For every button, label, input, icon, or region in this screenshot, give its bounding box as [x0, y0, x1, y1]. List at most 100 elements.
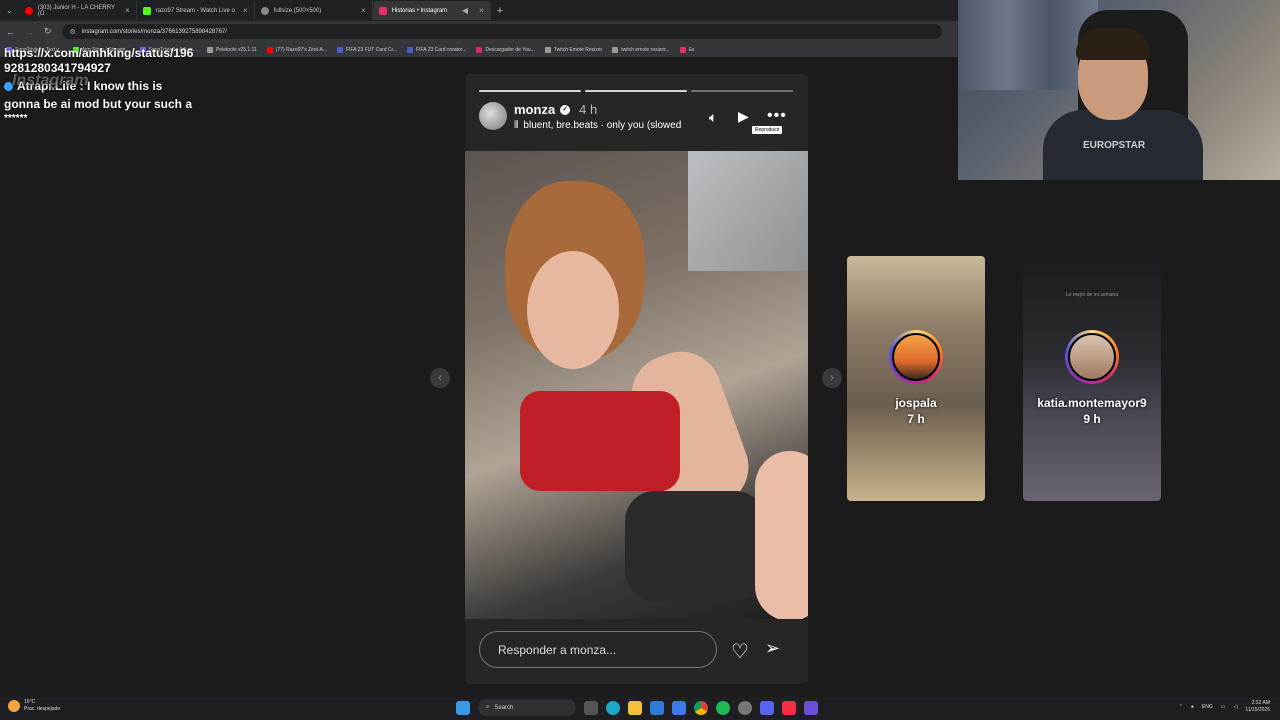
new-tab-button[interactable]: + — [497, 5, 503, 17]
story-time: 4 h — [579, 102, 598, 117]
volume-icon[interactable]: 🔈︎ — [709, 109, 717, 126]
bookmark-icon — [407, 46, 414, 53]
discord-icon[interactable] — [760, 700, 774, 715]
webcam-shirt: EUROPSTAR — [1043, 110, 1203, 180]
windows-taskbar: 16°C Prac. despejado ⌕ Search ⌃ ● ENG ▭ … — [0, 697, 1280, 720]
close-icon[interactable]: × — [361, 6, 366, 15]
bookmark-icon — [266, 46, 273, 53]
settings-icon[interactable] — [738, 700, 752, 715]
tab-instagram[interactable]: Historias • Instagram ◀ × — [372, 1, 491, 20]
bookmark-label: Twitch Emote Resizer — [553, 46, 603, 53]
tab-youtube[interactable]: (303) Junior H - LA CHERRY (Ó × — [19, 1, 137, 20]
back-icon[interactable]: ← — [6, 27, 15, 37]
tab-label: razo97 Stream - Watch Live o — [155, 7, 235, 14]
image-top — [520, 391, 680, 491]
bookmark-icon — [476, 46, 483, 53]
like-heart-icon[interactable]: ♡ — [731, 639, 749, 664]
story-username[interactable]: monza — [514, 102, 555, 117]
story-header: monza ✓ 4 h — [514, 102, 597, 117]
instagram-watermark: Instagram — [12, 72, 89, 89]
chrome-icon[interactable] — [694, 700, 708, 715]
language-indicator[interactable]: ENG — [1202, 704, 1213, 710]
close-icon[interactable]: × — [479, 6, 484, 15]
story-preview-katia[interactable]: Lo mejor de mi semana katia.montemayor9 … — [1023, 256, 1161, 501]
bookmark-label: Descargador de You... — [485, 46, 535, 53]
mute-tab-icon[interactable]: ◀ — [462, 6, 468, 15]
image-shorts — [625, 491, 765, 601]
tab-fullsize[interactable]: fullsize (500×500) × — [255, 1, 373, 20]
task-view-icon[interactable] — [584, 700, 598, 715]
bookmark-item[interactable]: (77) Razo97's Zest-A... — [266, 46, 327, 53]
preview-username: jospala — [895, 396, 937, 410]
taskbar-apps: ⌕ Search — [456, 699, 818, 716]
image-face — [527, 251, 619, 369]
close-icon[interactable]: × — [243, 6, 248, 15]
site-info-icon[interactable]: ⚙ — [70, 28, 76, 36]
next-story-button[interactable]: › — [822, 368, 842, 388]
chevron-up-icon[interactable]: ⌃ — [1179, 704, 1183, 710]
preview-caption: Lo mejor de mi semana — [1065, 292, 1119, 298]
chat-line: gonna be ai mod but your such a — [4, 97, 193, 111]
file-explorer-icon[interactable] — [628, 700, 642, 715]
edge-icon[interactable] — [606, 700, 620, 715]
reply-input[interactable]: Responder a monza... — [479, 631, 717, 668]
taskbar-search[interactable]: ⌕ Search — [478, 699, 576, 716]
reload-icon[interactable]: ↻ — [44, 26, 52, 37]
story-image — [465, 151, 808, 619]
weather-widget[interactable]: 16°C Prac. despejado — [8, 699, 60, 713]
bookmark-item[interactable]: Twitch Emote Resizer — [544, 46, 603, 53]
bookmark-item[interactable]: FIFA 23 Card creator... — [407, 46, 467, 53]
music-bars-icon: ⦀ — [514, 120, 519, 131]
tab-list-icon[interactable]: ⌄ — [6, 6, 13, 15]
send-icon[interactable]: ➢ — [765, 638, 780, 659]
bookmark-item[interactable]: FIFA 23 FUT Card Cr... — [337, 46, 397, 53]
bookmark-icon — [544, 46, 551, 53]
clock[interactable]: 2:32 AM 11/15/2025 — [1245, 700, 1270, 714]
progress-segment — [585, 90, 687, 92]
music-icon[interactable] — [782, 700, 796, 715]
progress-segment — [691, 90, 793, 92]
verified-badge-icon: ✓ — [560, 104, 571, 115]
tab-kick[interactable]: razo97 Stream - Watch Live o × — [137, 1, 255, 20]
windows-start-icon[interactable] — [456, 700, 470, 715]
play-icon[interactable]: ▶ — [738, 108, 749, 125]
browser-tab-bar: ⌄ (303) Junior H - LA CHERRY (Ó × razo97… — [0, 0, 958, 21]
forward-icon[interactable]: → — [25, 27, 34, 37]
bookmark-item[interactable]: twitch emote resizer... — [612, 46, 670, 53]
previous-story-button[interactable]: ‹ — [430, 368, 450, 388]
url-input[interactable]: ⚙ instagram.com/stories/monza/3766139275… — [61, 24, 942, 39]
webcam-hair — [1076, 28, 1150, 60]
preview-time: 7 h — [907, 412, 925, 426]
chat-line: ****** — [4, 113, 28, 124]
story-music[interactable]: ⦀ bluent, bre.beats · only you (slowed — [514, 120, 681, 131]
spotify-icon[interactable] — [716, 700, 730, 715]
store-icon[interactable] — [672, 700, 686, 715]
image-leg — [755, 451, 808, 619]
preview-username: katia.montemayor9 — [1037, 396, 1147, 410]
bookmark-item[interactable]: Ex — [679, 46, 695, 53]
car-window — [688, 151, 808, 271]
story-progress-bar — [479, 90, 793, 92]
avatar[interactable] — [479, 102, 507, 130]
bookmark-label: Ex — [688, 46, 695, 53]
bookmark-icon — [337, 46, 343, 53]
photos-icon[interactable] — [650, 700, 664, 715]
clock-date: 11/15/2025 — [1245, 707, 1270, 713]
app-icon[interactable] — [804, 700, 818, 715]
avatar — [889, 330, 943, 384]
close-icon[interactable]: × — [125, 6, 130, 15]
search-label: Search — [494, 704, 514, 711]
clock-time: 2:32 AM — [1251, 700, 1270, 706]
story-preview-jospala[interactable]: jospala 7 h — [847, 256, 985, 501]
progress-segment — [479, 90, 581, 92]
microphone-icon[interactable]: ● — [1191, 704, 1194, 710]
more-options-icon[interactable]: ••• — [767, 107, 787, 125]
volume-icon[interactable]: ◁ — [1233, 704, 1237, 710]
bookmark-item[interactable]: Descargador de You... — [476, 46, 535, 53]
url-text: instagram.com/stories/monza/376613927589… — [81, 28, 227, 35]
story-viewer: monza ✓ 4 h ⦀ bluent, bre.beats · only y… — [465, 74, 808, 684]
bookmark-label: FIFA 23 Card creator... — [416, 46, 467, 53]
reply-placeholder: Responder a monza... — [498, 642, 617, 657]
network-icon[interactable]: ▭ — [1221, 704, 1226, 710]
youtube-icon — [24, 6, 33, 15]
